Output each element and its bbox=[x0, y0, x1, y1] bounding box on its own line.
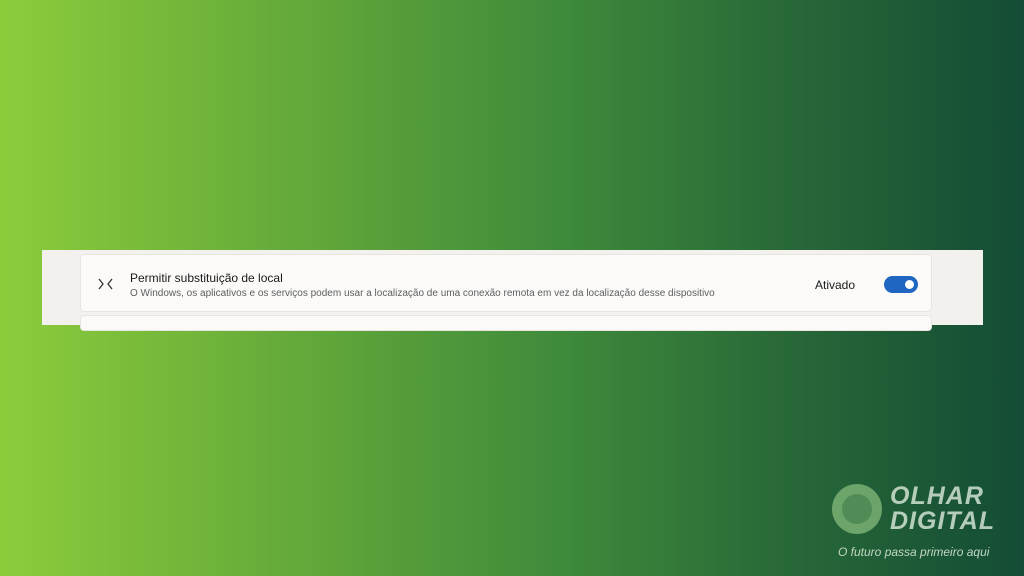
location-override-setting-card: Permitir substituição de local O Windows… bbox=[80, 254, 932, 312]
toggle-state-label: Ativado bbox=[815, 278, 856, 292]
brand-line-2: DIGITAL bbox=[890, 507, 996, 535]
olhar-digital-logo-icon bbox=[832, 484, 882, 534]
settings-panel: Permitir substituição de local O Windows… bbox=[42, 250, 983, 331]
next-setting-card bbox=[80, 315, 932, 331]
setting-description: O Windows, os aplicativos e os serviços … bbox=[130, 288, 715, 299]
remote-location-icon bbox=[98, 278, 113, 290]
brand-tagline: O futuro passa primeiro aqui bbox=[838, 545, 990, 559]
setting-title: Permitir substituição de local bbox=[130, 271, 283, 285]
location-override-toggle[interactable] bbox=[884, 276, 918, 293]
brand-line-1: OLHAR bbox=[890, 482, 984, 510]
toggle-knob bbox=[905, 280, 914, 289]
olhar-digital-watermark: OLHAR DIGITAL O futuro passa primeiro aq… bbox=[828, 482, 1018, 562]
